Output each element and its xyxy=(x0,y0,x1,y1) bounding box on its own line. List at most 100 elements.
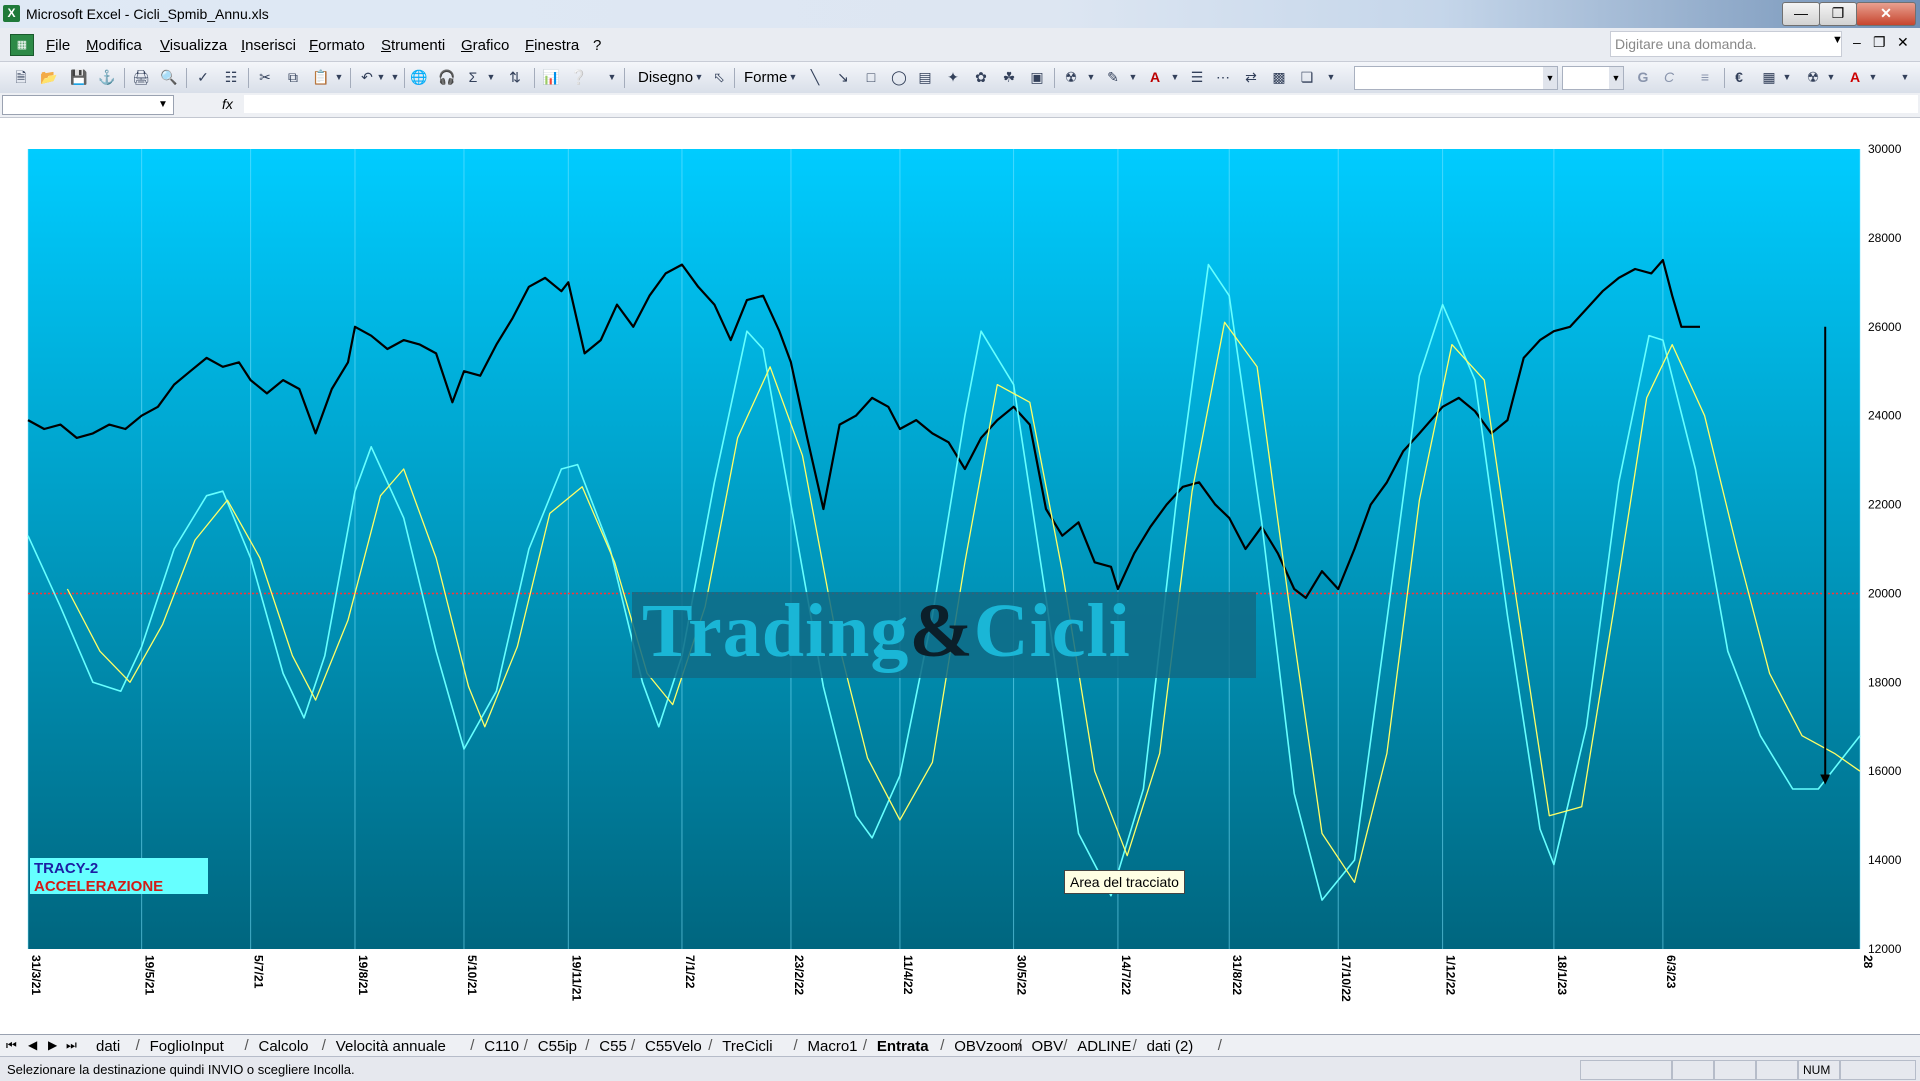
highlight-dropdown-icon[interactable]: ▼ xyxy=(1826,68,1836,86)
research-icon[interactable]: ☷ xyxy=(222,68,240,86)
menu-strumenti[interactable]: Strumenti xyxy=(381,37,445,54)
sheet-tab[interactable]: Macro1 xyxy=(808,1038,858,1055)
text-color-icon[interactable]: A xyxy=(1846,68,1864,86)
fill-color-dropdown-icon[interactable]: ▼ xyxy=(1086,68,1096,86)
name-box[interactable]: ▼ xyxy=(2,95,174,115)
hyperlink-icon[interactable]: 🌐 xyxy=(410,68,428,86)
sheet-tab[interactable]: C55ip xyxy=(538,1038,577,1055)
line-tool-icon[interactable]: ╲ xyxy=(806,68,824,86)
sigma-icon[interactable]: Σ xyxy=(464,68,482,86)
legend-textbox[interactable]: TRACY-2 ACCELERAZIONE xyxy=(30,858,208,894)
picture-icon[interactable]: ▣ xyxy=(1028,68,1046,86)
menu-formato[interactable]: Formato xyxy=(309,37,365,54)
cut-icon[interactable]: ✂ xyxy=(256,68,274,86)
workbook-icon[interactable]: ▦ xyxy=(10,34,34,56)
insert-function-icon[interactable]: fx xyxy=(222,96,233,112)
prev-sheet-icon[interactable]: ◀ xyxy=(28,1038,37,1052)
sigma-dropdown-icon[interactable]: ▼ xyxy=(486,68,496,86)
sheet-tab[interactable]: Entrata xyxy=(877,1038,929,1055)
sheet-tab[interactable]: Velocità annuale xyxy=(336,1038,446,1055)
sheet-tab[interactable]: C55Velo xyxy=(645,1038,702,1055)
help-question-input[interactable]: Digitare una domanda. xyxy=(1610,31,1842,57)
euro-button[interactable]: € xyxy=(1730,68,1748,86)
bold-button[interactable]: G xyxy=(1634,68,1652,86)
sheet-tab[interactable]: OBV xyxy=(1032,1038,1064,1055)
rectangle-tool-icon[interactable]: □ xyxy=(862,68,880,86)
font-name-combo[interactable]: ▼ xyxy=(1354,66,1558,90)
paste-icon[interactable]: 📋 xyxy=(312,68,330,86)
shadow-style-icon[interactable]: ▩ xyxy=(1270,68,1288,86)
formula-input[interactable] xyxy=(244,95,1918,113)
redo-dropdown-icon[interactable]: ▼ xyxy=(390,68,400,86)
fill-color-icon[interactable]: ☢ xyxy=(1062,68,1080,86)
copy-icon[interactable]: ⧉ xyxy=(284,68,302,86)
restore-window-button[interactable]: ❐ xyxy=(1819,2,1857,26)
print-preview-icon[interactable]: 🔍 xyxy=(160,68,178,86)
save-icon[interactable]: 💾 xyxy=(70,68,88,86)
line-color-icon[interactable]: ✎ xyxy=(1104,68,1122,86)
diagram-icon[interactable]: ✿ xyxy=(972,68,990,86)
undo-icon[interactable]: ↶ xyxy=(358,68,376,86)
autoshapes-dropdown-icon[interactable]: ▼ xyxy=(788,68,798,86)
highlight-fill-icon[interactable]: ☢ xyxy=(1804,68,1822,86)
chart[interactable]: 30000 28000 26000 24000 22000 20000 18000 16000… xyxy=(0,118,1920,1034)
menu-help[interactable]: ? xyxy=(593,37,601,54)
minimize-window-button[interactable]: — xyxy=(1782,2,1820,26)
draw-menu-button[interactable]: Disegno xyxy=(638,69,693,86)
toolbar-options-icon[interactable]: ▼ xyxy=(607,68,617,86)
workbook-close-button[interactable]: ✕ xyxy=(1897,34,1909,51)
sheet-tab[interactable]: C55 xyxy=(599,1038,627,1055)
dash-style-icon[interactable]: ⋯ xyxy=(1214,68,1232,86)
menu-visualizza[interactable]: Visualizza xyxy=(160,37,227,54)
format-toolbar-options-icon[interactable]: ▼ xyxy=(1900,68,1910,86)
borders-icon[interactable]: ▦ xyxy=(1760,68,1778,86)
print-icon[interactable]: 🖨 xyxy=(132,68,150,86)
textbox-tool-icon[interactable]: ▤ xyxy=(916,68,934,86)
menu-finestra[interactable]: Finestra xyxy=(525,37,579,54)
italic-button[interactable]: C xyxy=(1660,68,1678,86)
sheet-tab[interactable]: ADLINE xyxy=(1077,1038,1131,1055)
wordart-icon[interactable]: ✦ xyxy=(944,68,962,86)
borders-dropdown-icon[interactable]: ▼ xyxy=(1782,68,1792,86)
font-size-combo[interactable]: ▼ xyxy=(1562,66,1624,90)
permission-icon[interactable]: ⚓ xyxy=(98,68,116,86)
paste-dropdown-icon[interactable]: ▼ xyxy=(334,68,344,86)
line-color-dropdown-icon[interactable]: ▼ xyxy=(1128,68,1138,86)
open-folder-icon[interactable]: 📂 xyxy=(40,68,58,86)
font-color-icon[interactable]: A xyxy=(1146,68,1164,86)
drawing-options-icon[interactable]: ▼ xyxy=(1326,68,1336,86)
menu-grafico[interactable]: Grafico xyxy=(461,37,509,54)
align-icon[interactable]: ≡ xyxy=(1696,68,1714,86)
select-pointer-icon[interactable]: ⬁ xyxy=(710,68,728,86)
sheet-tab[interactable]: C110 xyxy=(484,1038,519,1055)
next-sheet-icon[interactable]: ▶ xyxy=(48,1038,57,1052)
sort-icon[interactable]: ⇅ xyxy=(506,68,524,86)
sheet-tab[interactable]: FoglioInput xyxy=(150,1038,224,1055)
new-file-icon[interactable]: 🗎 xyxy=(12,68,30,86)
sheet-tab[interactable]: Calcolo xyxy=(259,1038,309,1055)
sheet-tab[interactable]: dati (2) xyxy=(1147,1038,1194,1055)
line-style-icon[interactable]: ☰ xyxy=(1188,68,1206,86)
spelling-icon[interactable]: ✓ xyxy=(194,68,212,86)
last-sheet-icon[interactable]: ⏭ xyxy=(66,1038,77,1053)
chart-wizard-icon[interactable]: 📊 xyxy=(542,68,560,86)
sheet-tab[interactable]: dati xyxy=(96,1038,120,1055)
clipart-icon[interactable]: ☘ xyxy=(1000,68,1018,86)
first-sheet-icon[interactable]: ⏮ xyxy=(6,1038,17,1053)
workbook-minimize-button[interactable]: – xyxy=(1853,34,1861,50)
autoshapes-menu-button[interactable]: Forme xyxy=(744,69,787,86)
undo-dropdown-icon[interactable]: ▼ xyxy=(376,68,386,86)
arrow-tool-icon[interactable]: ↘ xyxy=(834,68,852,86)
help-dropdown-arrow[interactable]: ▼ xyxy=(1832,34,1843,46)
close-window-button[interactable]: ✕ xyxy=(1856,2,1916,26)
oval-tool-icon[interactable]: ◯ xyxy=(890,68,908,86)
arrow-style-icon[interactable]: ⇄ xyxy=(1242,68,1260,86)
menu-inserisci[interactable]: Inserisci xyxy=(241,37,296,54)
menu-file[interactable]: File xyxy=(46,37,70,54)
help-icon[interactable]: ❔ xyxy=(570,68,588,86)
font-color-dropdown-icon[interactable]: ▼ xyxy=(1170,68,1180,86)
3d-style-icon[interactable]: ❏ xyxy=(1298,68,1316,86)
sheet-tab[interactable]: TreCicli xyxy=(722,1038,772,1055)
menu-modifica[interactable]: Modifica xyxy=(86,37,142,54)
workbook-restore-button[interactable]: ❐ xyxy=(1873,34,1886,51)
